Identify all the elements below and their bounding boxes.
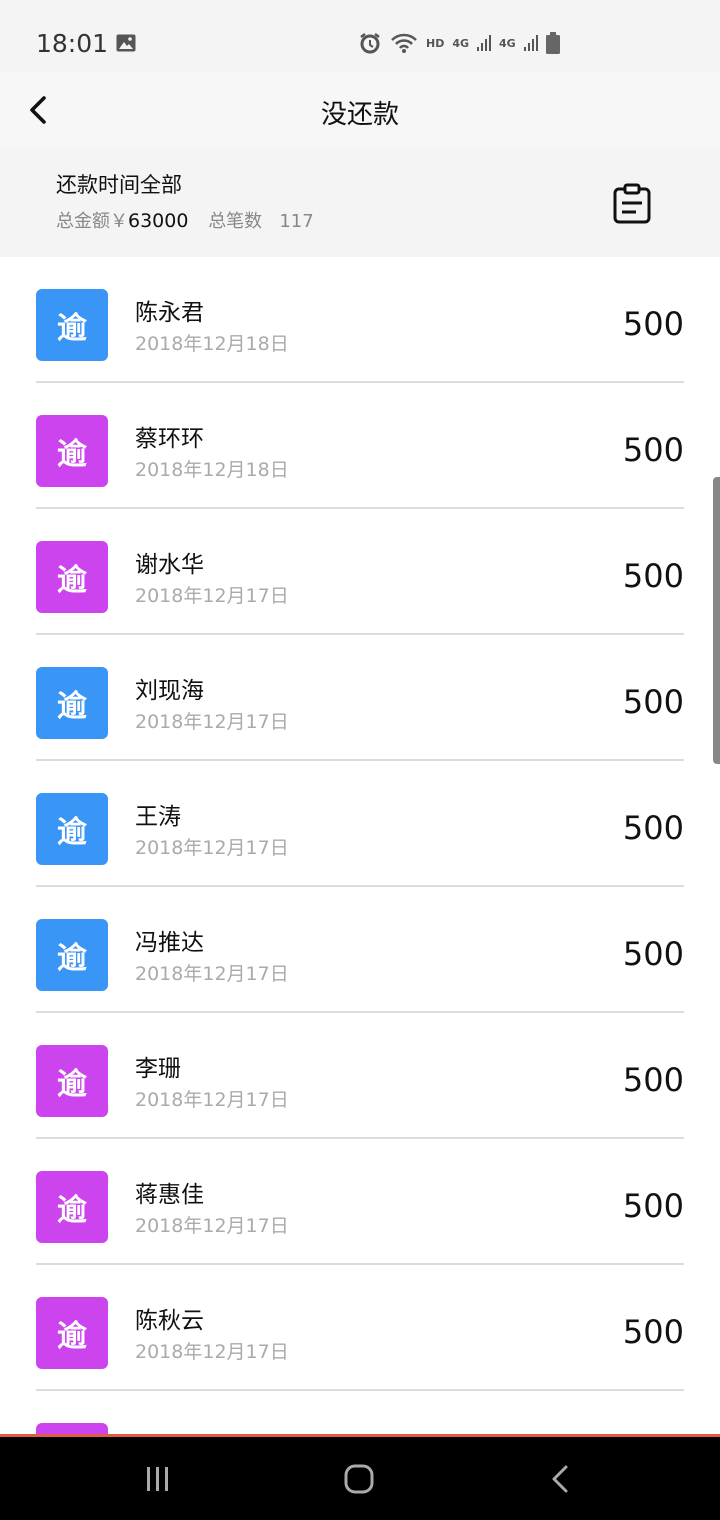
- record-name: 蒋惠佳: [135, 1182, 204, 1208]
- record-name: 刘现海: [135, 678, 204, 704]
- record-name: 谢水华: [135, 552, 204, 578]
- status-time: 18:01: [36, 29, 109, 58]
- record-row[interactable]: 逾 陈永君 2018年12月18日 500: [0, 257, 720, 383]
- record-date: 2018年12月17日: [135, 1089, 289, 1111]
- total-amount-label: 总金额￥: [56, 211, 128, 232]
- record-name: 王涛: [135, 804, 181, 830]
- hd-label: HD: [426, 36, 445, 50]
- overdue-badge: 逾: [36, 1297, 108, 1369]
- record-row[interactable]: 逾 蒋惠佳 2018年12月17日 500: [0, 1139, 720, 1265]
- summary-stats: 总金额￥63000 总笔数 117: [56, 207, 314, 233]
- home-icon[interactable]: [341, 1463, 377, 1495]
- record-amount: 500: [622, 1187, 684, 1225]
- summary-panel: 还款时间全部 总金额￥63000 总笔数 117: [0, 149, 720, 257]
- overdue-badge: 逾: [36, 289, 108, 361]
- back-icon[interactable]: [543, 1463, 579, 1495]
- record-name: 蔡环环: [135, 426, 204, 452]
- record-date: 2018年12月17日: [135, 963, 289, 985]
- status-bar: 18:01 HD 4G 4G: [0, 0, 720, 72]
- overdue-badge: 逾: [36, 1045, 108, 1117]
- record-amount: 500: [622, 1061, 684, 1099]
- record-name: 冯推达: [135, 930, 204, 956]
- record-row[interactable]: 逾 刘现海 2018年12月17日 500: [0, 635, 720, 761]
- record-row[interactable]: 逾 李珊 2018年12月17日 500: [0, 1013, 720, 1139]
- overdue-badge: 逾: [36, 793, 108, 865]
- record-date: 2018年12月17日: [135, 585, 289, 607]
- navigation-bar: [0, 1437, 720, 1520]
- summary-title: 还款时间全部: [56, 173, 182, 197]
- record-row[interactable]: 逾: [0, 1391, 720, 1435]
- total-count-label: 总笔数: [208, 211, 263, 232]
- record-amount: 500: [622, 1313, 684, 1351]
- overdue-badge: 逾: [36, 919, 108, 991]
- overdue-badge: 逾: [36, 667, 108, 739]
- record-date: 2018年12月18日: [135, 333, 289, 355]
- record-row[interactable]: 逾 蔡环环 2018年12月18日 500: [0, 383, 720, 509]
- record-amount: 500: [622, 683, 684, 721]
- record-date: 2018年12月17日: [135, 711, 289, 733]
- record-amount: 500: [622, 557, 684, 595]
- header: 没还款: [0, 72, 720, 149]
- record-date: 2018年12月17日: [135, 1341, 289, 1363]
- total-count-value: 117: [279, 211, 314, 232]
- record-amount: 500: [622, 305, 684, 343]
- record-row[interactable]: 逾 陈秋云 2018年12月17日 500: [0, 1265, 720, 1391]
- scrollbar[interactable]: [713, 477, 720, 764]
- overdue-badge: 逾: [36, 1171, 108, 1243]
- overdue-badge: 逾: [36, 541, 108, 613]
- clipboard-icon[interactable]: [612, 183, 652, 225]
- record-date: 2018年12月17日: [135, 1215, 289, 1237]
- signal-icon: [523, 35, 538, 51]
- total-amount-value: 63000: [128, 210, 189, 232]
- status-icons: HD 4G 4G: [358, 30, 560, 56]
- record-amount: 500: [622, 809, 684, 847]
- signal-icon: [477, 35, 492, 51]
- record-date: 2018年12月18日: [135, 459, 289, 481]
- record-amount: 500: [622, 431, 684, 469]
- record-row[interactable]: 逾 王涛 2018年12月17日 500: [0, 761, 720, 887]
- alarm-icon: [360, 33, 380, 54]
- image-icon: [116, 34, 136, 52]
- network-label-1: 4G: [452, 36, 470, 50]
- network-label-2: 4G: [499, 36, 516, 50]
- overdue-badge: 逾: [36, 415, 108, 487]
- battery-icon: [545, 32, 560, 54]
- wifi-icon: [391, 33, 417, 53]
- page-title: 没还款: [320, 100, 399, 130]
- record-row[interactable]: 逾 谢水华 2018年12月17日 500: [0, 509, 720, 635]
- record-name: 陈秋云: [135, 1308, 204, 1334]
- record-date: 2018年12月17日: [135, 837, 289, 859]
- record-row[interactable]: 逾 冯推达 2018年12月17日 500: [0, 887, 720, 1013]
- record-amount: 500: [622, 935, 684, 973]
- recents-icon[interactable]: [140, 1463, 176, 1495]
- record-name: 李珊: [135, 1056, 181, 1082]
- record-list: 逾陈永君 2018年12月18日 500 逾蔡环环 2018年12月18日 500 逾谢水华…: [0, 257, 720, 1435]
- record-name: 陈永君: [135, 300, 204, 326]
